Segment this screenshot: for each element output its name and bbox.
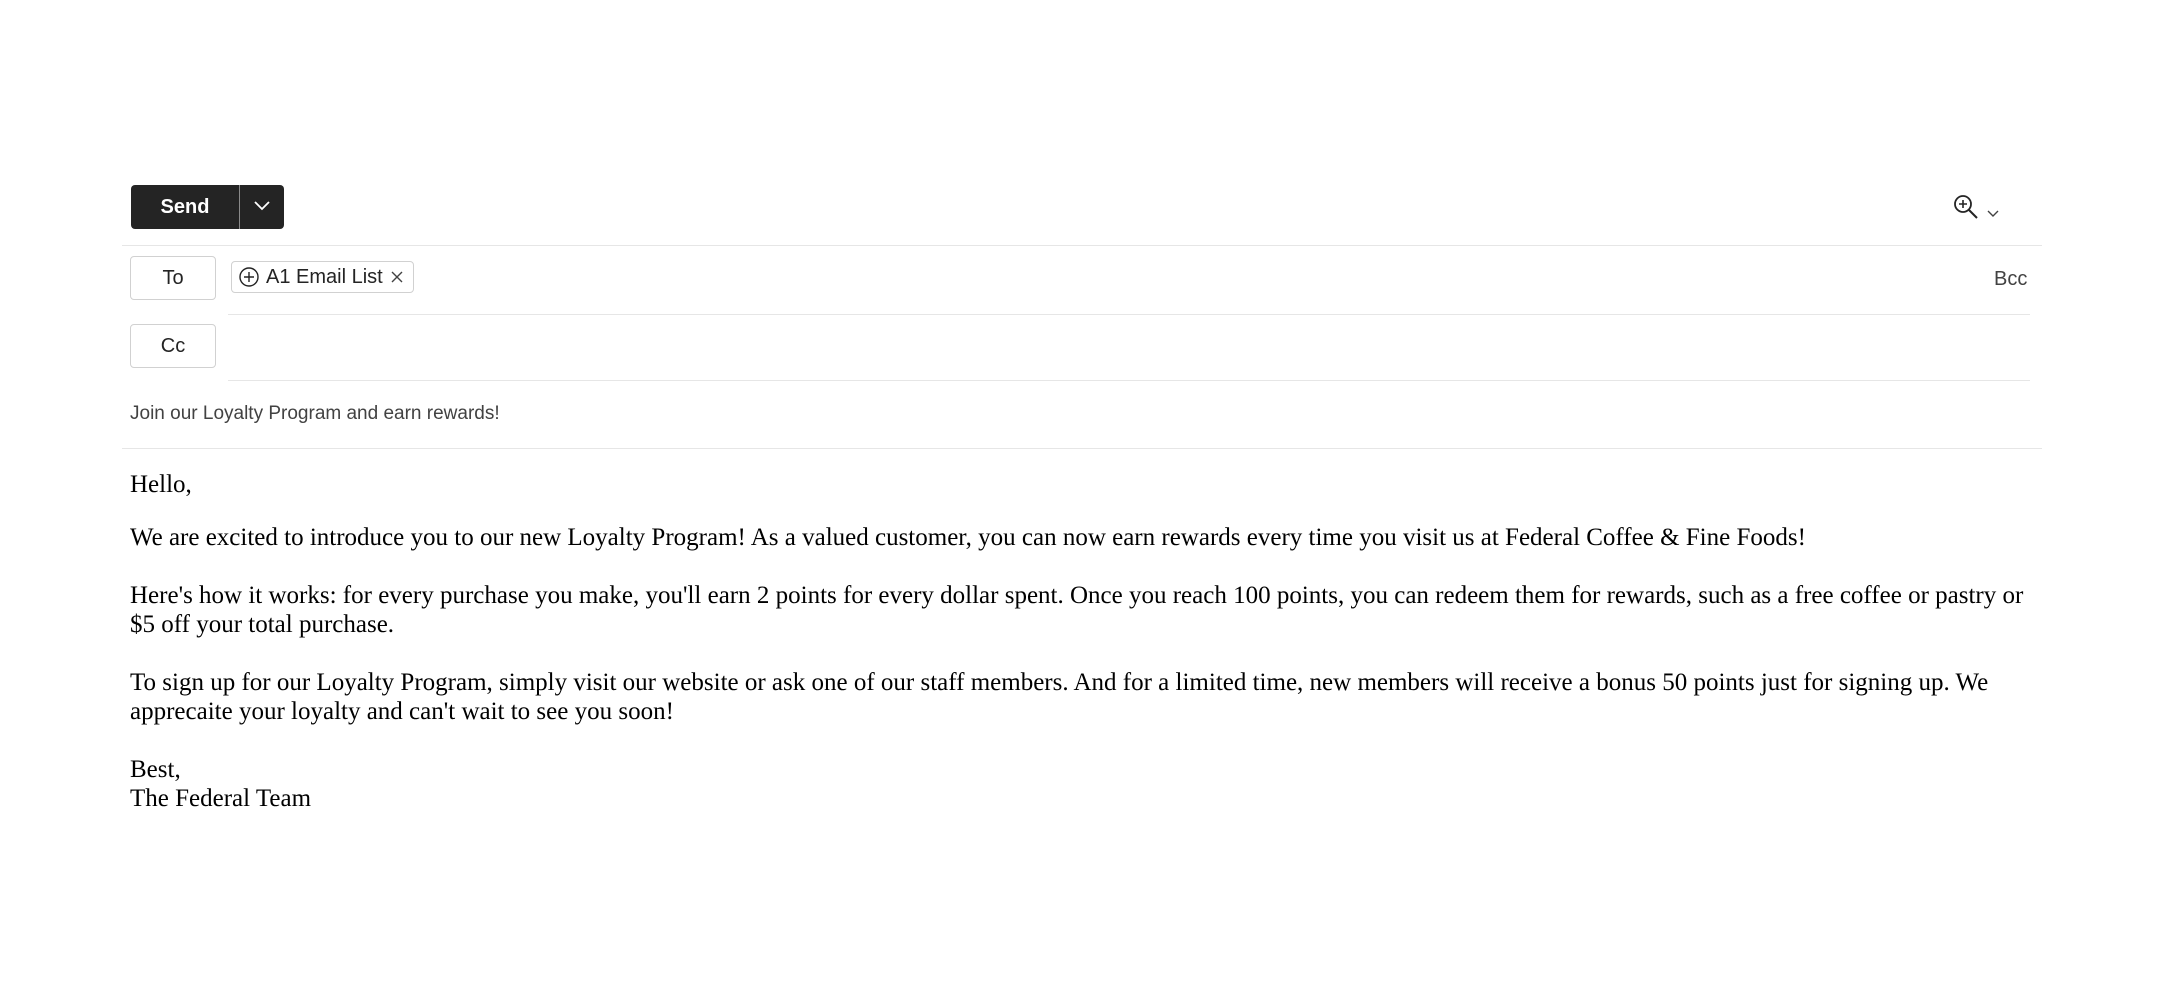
zoom-button[interactable] bbox=[1952, 193, 2000, 226]
cc-input[interactable] bbox=[228, 326, 2030, 368]
to-field-underline bbox=[228, 314, 2030, 315]
chevron-down-icon bbox=[1986, 205, 2000, 223]
toolbar-divider bbox=[122, 245, 2042, 246]
body-paragraph-3: To sign up for our Loyalty Program, simp… bbox=[130, 669, 1989, 725]
send-button-group: Send bbox=[131, 185, 284, 229]
recipient-chip-label: A1 Email List bbox=[266, 265, 383, 288]
close-icon[interactable] bbox=[389, 269, 405, 285]
cc-field-underline bbox=[228, 380, 2030, 381]
message-body[interactable]: Hello, We are excited to introduce you t… bbox=[130, 470, 2030, 813]
compose-toolbar: Send bbox=[122, 183, 2042, 231]
cc-row: Cc bbox=[130, 324, 216, 368]
cc-button[interactable]: Cc bbox=[130, 324, 216, 368]
body-paragraph-2: Here's how it works: for every purchase … bbox=[130, 582, 2024, 638]
to-row: To bbox=[130, 256, 216, 300]
bcc-button[interactable]: Bcc bbox=[1994, 268, 2027, 291]
greeting: Hello, bbox=[130, 471, 192, 498]
send-button[interactable]: Send bbox=[131, 185, 239, 229]
add-circle-icon bbox=[238, 266, 260, 288]
to-button[interactable]: To bbox=[130, 256, 216, 300]
closing: Best, bbox=[130, 756, 181, 783]
zoom-in-icon bbox=[1952, 193, 1980, 226]
subject-field[interactable]: Join our Loyalty Program and earn reward… bbox=[130, 403, 500, 425]
body-paragraph-1: We are excited to introduce you to our n… bbox=[130, 524, 1806, 551]
send-options-button[interactable] bbox=[240, 185, 284, 229]
subject-divider bbox=[122, 448, 2042, 449]
chevron-down-icon bbox=[253, 198, 271, 216]
recipient-chip[interactable]: A1 Email List bbox=[231, 261, 414, 293]
signature: The Federal Team bbox=[130, 785, 312, 812]
